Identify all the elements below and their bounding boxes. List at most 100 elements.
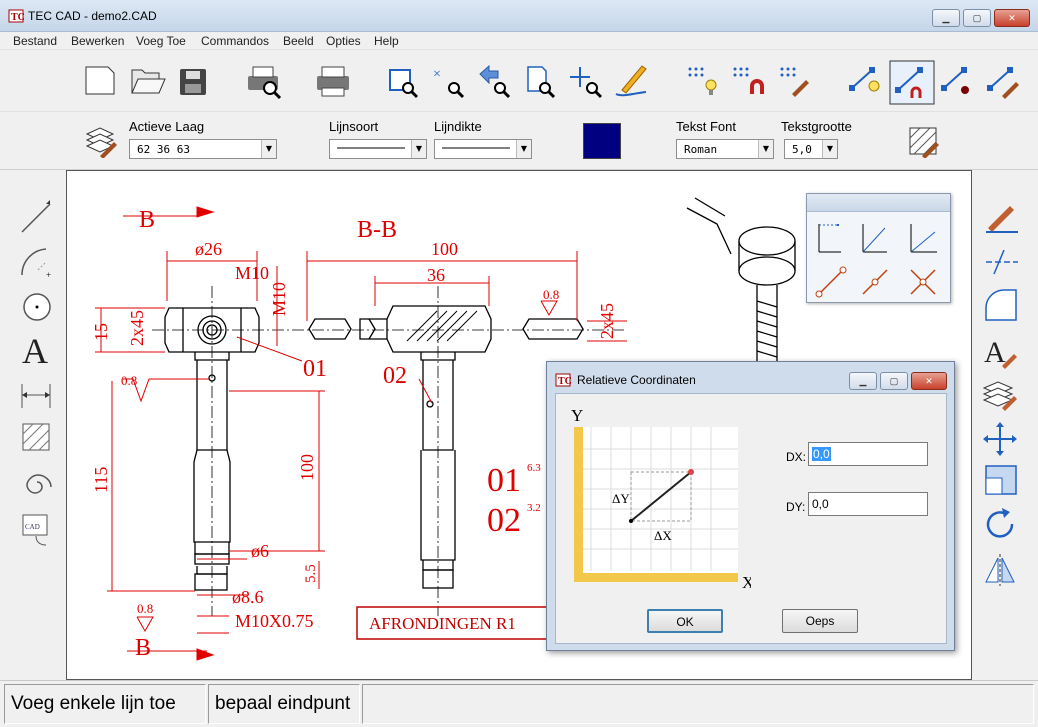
new-file-icon[interactable] [85, 66, 115, 95]
pencil-style-icon[interactable] [986, 206, 1018, 233]
spiral-tool-icon[interactable] [26, 474, 52, 494]
dialog-body: Y X ΔY ΔX DX: 0,0 DY: 0,0 OK Oeps [555, 393, 947, 644]
linetype-combo[interactable]: ▼ [329, 139, 427, 159]
dim-text: 0.8 [137, 601, 153, 616]
menu-voeg-toe[interactable]: Voeg Toe [136, 34, 186, 48]
print-icon[interactable] [317, 66, 349, 97]
color-swatch[interactable] [583, 123, 621, 159]
save-icon[interactable] [180, 69, 206, 95]
dialog-minimize-button[interactable]: ▁ [849, 372, 877, 390]
divide-line-icon[interactable] [986, 249, 1018, 275]
part-label-02: 02 [383, 363, 407, 389]
move-icon[interactable] [983, 422, 1017, 456]
fillet-icon[interactable] [985, 289, 1017, 321]
window-title: TEC CAD - demo2.CAD [28, 9, 157, 23]
chevron-down-icon[interactable]: ▼ [758, 140, 773, 158]
chevron-down-icon[interactable]: ▼ [261, 140, 276, 158]
menu-bewerken[interactable]: Bewerken [71, 34, 124, 48]
dx-value: 0,0 [812, 447, 831, 461]
chevron-down-icon[interactable]: ▼ [516, 140, 531, 158]
hatch-style-icon[interactable] [906, 124, 942, 158]
palette-titlebar[interactable] [807, 194, 950, 212]
svg-text:A: A [22, 331, 48, 371]
dim-text: 36 [427, 265, 445, 285]
pan-icon[interactable] [570, 67, 603, 99]
menu-commandos[interactable]: Commandos [201, 34, 269, 48]
polar-coordinates-icon[interactable] [910, 224, 937, 253]
maximize-button[interactable]: ▢ [963, 9, 991, 27]
circle-tool-icon[interactable] [23, 293, 51, 321]
text-tool-icon[interactable]: A [22, 331, 48, 371]
layers-icon[interactable] [84, 124, 118, 158]
snap-endpoint-icon[interactable] [815, 266, 847, 298]
svg-text:+: + [46, 270, 51, 280]
close-button[interactable]: ✕ [994, 9, 1030, 27]
menu-opties[interactable]: Opties [326, 34, 361, 48]
line-sample-icon [442, 147, 510, 149]
dy-input[interactable]: 0,0 [808, 492, 928, 516]
lineweight-combo[interactable]: ▼ [434, 139, 532, 159]
dim-text: M10 [235, 263, 269, 283]
dim-text: M10X0.75 [235, 611, 314, 631]
x-axis-label: X [742, 573, 751, 592]
grid-style-icon[interactable] [780, 67, 810, 98]
zoom-previous-icon[interactable] [479, 64, 511, 99]
dim-text: 115 [91, 467, 111, 493]
layer-style-icon[interactable] [982, 381, 1017, 411]
redraw-pen-icon[interactable] [615, 65, 647, 97]
open-folder-icon[interactable] [131, 69, 166, 94]
ok-button[interactable]: OK [647, 609, 723, 633]
hatch-tool-icon[interactable] [22, 423, 50, 451]
rel-coordinates-icon[interactable] [862, 224, 887, 253]
title-bar: TC TEC CAD - demo2.CAD ▁ ▢ ✕ [0, 0, 1038, 32]
line-sample-icon [337, 147, 405, 149]
dim-text: 0.8 [543, 287, 559, 302]
copy-scale-icon[interactable] [985, 465, 1017, 495]
layer-combo[interactable]: 62 36 63 ▼ [129, 139, 277, 159]
chevron-down-icon[interactable]: ▼ [822, 140, 837, 158]
zoom-page-icon[interactable] [527, 66, 556, 99]
menu-beeld[interactable]: Beeld [283, 34, 314, 48]
insert-cad-icon[interactable]: CAD [22, 514, 48, 546]
snap-settings-icon[interactable] [941, 67, 969, 94]
text-size-combo[interactable]: 5,0 ▼ [784, 139, 838, 159]
snap-intersection-icon[interactable] [910, 269, 936, 295]
rotate-icon[interactable] [986, 508, 1014, 538]
chevron-down-icon[interactable]: ▼ [411, 140, 426, 158]
dx-input[interactable]: 0,0 [808, 442, 928, 466]
status-command: Voeg enkele lijn toe [4, 684, 206, 724]
grid-light-icon[interactable] [688, 67, 717, 96]
minimize-button[interactable]: ▁ [932, 9, 960, 27]
menu-bar: Bestand Bewerken Voeg Toe Commandos Beel… [0, 32, 1038, 50]
snap-midpoint-icon[interactable] [862, 269, 888, 295]
dialog-maximize-button[interactable]: ▢ [880, 372, 908, 390]
finish-value-02: 3.2 [527, 502, 541, 514]
zoom-point-icon[interactable]: × [433, 67, 465, 99]
relative-coordinates-dialog: TC Relatieve Coordinaten ▁ ▢ ✕ Y X ΔY ΔX… [546, 361, 955, 651]
arc-tool-icon[interactable]: + [21, 248, 51, 280]
line-tool-icon[interactable] [21, 200, 51, 233]
menu-help[interactable]: Help [374, 34, 399, 48]
snap-style-icon[interactable] [987, 67, 1019, 99]
menu-bestand[interactable]: Bestand [13, 34, 57, 48]
part-label-01: 01 [303, 356, 327, 382]
section-title: B-B [357, 217, 397, 243]
svg-text:A: A [984, 336, 1006, 369]
note-text: AFRONDINGEN R1 [369, 614, 516, 633]
dialog-close-button[interactable]: ✕ [911, 372, 947, 390]
dimension-tool-icon[interactable] [21, 384, 51, 408]
dim-text: 0.8 [121, 373, 137, 388]
print-preview-icon[interactable] [248, 66, 282, 100]
grid-snap-icon[interactable] [733, 67, 764, 95]
abs-coordinates-icon[interactable] [818, 224, 841, 253]
text-style-icon[interactable]: A [984, 336, 1017, 369]
zoom-window-icon[interactable] [389, 69, 419, 99]
status-bar: Voeg enkele lijn toe bepaal eindpunt [0, 680, 1038, 727]
snap-light-icon[interactable] [849, 67, 880, 92]
oeps-button[interactable]: Oeps [782, 609, 858, 633]
mirror-icon[interactable] [985, 554, 1015, 586]
dy-value: 0,0 [812, 497, 829, 511]
font-combo[interactable]: Roman ▼ [676, 139, 774, 159]
dim-text: 100 [297, 454, 317, 481]
coordinate-diagram: Y X ΔY ΔX [571, 406, 751, 592]
